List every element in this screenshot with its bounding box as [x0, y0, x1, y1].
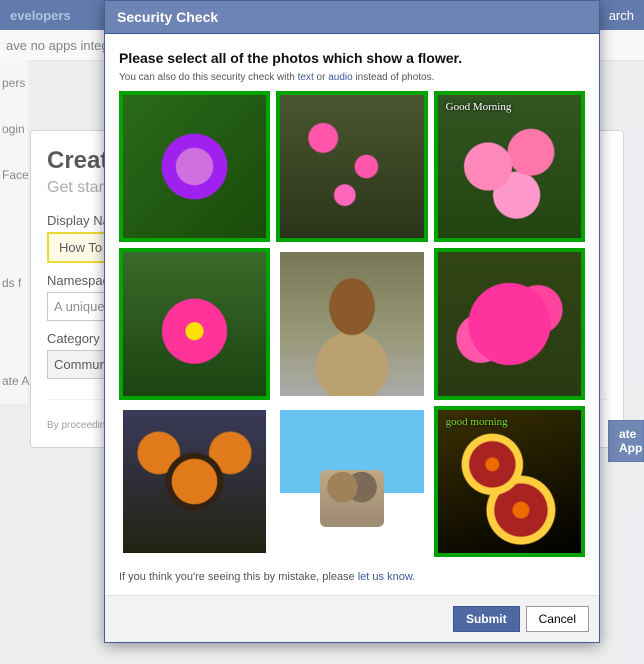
mistake-suffix: . — [412, 571, 415, 583]
flower-icon — [280, 95, 423, 238]
caption: good morning — [446, 416, 508, 428]
let-us-know-link[interactable]: let us know — [358, 571, 412, 583]
captcha-tile-cats[interactable] — [276, 406, 427, 557]
alt-text-link[interactable]: text — [298, 72, 314, 83]
alt-or: or — [314, 72, 328, 83]
modal-footer: SubmitCancel — [105, 595, 599, 642]
modal-title: Security Check — [105, 1, 599, 34]
alt-suffix: instead of photos. — [353, 72, 435, 83]
mistake-line: If you think you're seeing this by mista… — [119, 571, 585, 583]
captcha-tile-lion[interactable] — [276, 248, 427, 399]
captcha-tile-purple-flower[interactable] — [119, 91, 270, 242]
captcha-grid: Good Morning good morning — [119, 91, 585, 557]
security-check-modal: Security Check Please select all of the … — [104, 0, 600, 643]
tiger-icon — [123, 410, 266, 553]
flower-icon: Good Morning — [438, 95, 581, 238]
flower-icon — [438, 252, 581, 395]
cats-icon — [280, 410, 423, 553]
captcha-tile-phlox-flowers[interactable] — [434, 248, 585, 399]
captcha-tile-fuchsia-flowers[interactable] — [276, 91, 427, 242]
captcha-alt-line: You can also do this security check with… — [119, 72, 585, 83]
mistake-prefix: If you think you're seeing this by mista… — [119, 571, 358, 583]
caption: Good Morning — [446, 101, 512, 113]
alt-prefix: You can also do this security check with — [119, 72, 298, 83]
captcha-tile-blanket-flowers[interactable]: good morning — [434, 406, 585, 557]
flower-icon: good morning — [438, 410, 581, 553]
captcha-tile-tigers[interactable] — [119, 406, 270, 557]
flower-icon — [123, 252, 266, 395]
flower-icon — [123, 95, 266, 238]
captcha-tile-cosmos-flower[interactable] — [119, 248, 270, 399]
captcha-tile-pink-roses[interactable]: Good Morning — [434, 91, 585, 242]
alt-audio-link[interactable]: audio — [328, 72, 352, 83]
cancel-button[interactable]: Cancel — [526, 606, 589, 632]
lion-icon — [280, 252, 423, 395]
submit-button[interactable]: Submit — [453, 606, 520, 632]
modal-body: Please select all of the photos which sh… — [105, 34, 599, 595]
captcha-instruction: Please select all of the photos which sh… — [119, 50, 585, 66]
